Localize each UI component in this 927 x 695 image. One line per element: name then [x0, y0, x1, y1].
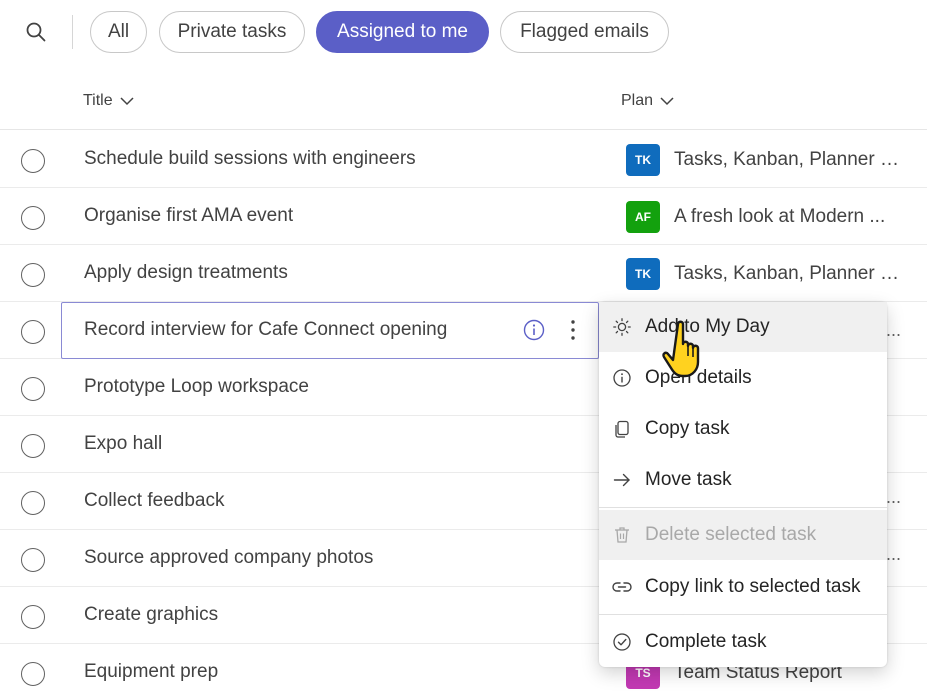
task-title[interactable]: Equipment prep: [84, 661, 218, 683]
search-icon: [26, 22, 46, 42]
menu-divider: [599, 507, 887, 508]
menu-label: Move task: [645, 469, 732, 490]
plan-cell: TK Tasks, Kanban, Planner i...: [626, 144, 899, 176]
task-title[interactable]: Source approved company photos: [84, 547, 373, 569]
task-title[interactable]: Prototype Loop workspace: [84, 376, 309, 398]
task-title[interactable]: Create graphics: [84, 604, 218, 626]
plan-badge: AF: [626, 201, 660, 233]
plan-name: Tasks, Kanban, Planner i...: [674, 263, 899, 284]
plan-name: A fresh look at Modern ...: [674, 206, 886, 227]
menu-label: Copy link to selected task: [645, 576, 861, 597]
menu-item-open-details[interactable]: Open details: [599, 353, 887, 403]
context-menu: Add to My Day Open details Copy task Mov…: [599, 302, 887, 667]
plan-cell-truncated: ...: [886, 487, 902, 507]
complete-checkbox[interactable]: [21, 263, 45, 287]
task-title[interactable]: Record interview for Cafe Connect openin…: [84, 319, 447, 341]
menu-label: Complete task: [645, 631, 767, 652]
checkmark-circle-icon: [611, 631, 633, 653]
table-row[interactable]: Schedule build sessions with engineers T…: [0, 131, 927, 188]
copy-icon: [611, 418, 633, 440]
column-header-plan[interactable]: Plan: [621, 92, 675, 110]
complete-checkbox[interactable]: [21, 149, 45, 173]
arrow-right-icon: [611, 469, 633, 491]
complete-checkbox[interactable]: [21, 491, 45, 515]
task-title[interactable]: Collect feedback: [84, 490, 224, 512]
filter-all[interactable]: All: [90, 11, 147, 53]
plan-badge: TK: [626, 258, 660, 290]
complete-checkbox[interactable]: [21, 377, 45, 401]
plan-name: Tasks, Kanban, Planner i...: [674, 149, 899, 170]
filter-bar: All Private tasks Assigned to me Flagged…: [0, 0, 927, 64]
chevron-down-icon: [120, 97, 134, 106]
complete-checkbox[interactable]: [21, 605, 45, 629]
row-info-button[interactable]: [522, 318, 546, 342]
complete-checkbox[interactable]: [21, 320, 45, 344]
table-row[interactable]: Organise first AMA event AF A fresh look…: [0, 188, 927, 245]
plan-cell: AF A fresh look at Modern ...: [626, 201, 899, 233]
menu-item-copy-task[interactable]: Copy task: [599, 404, 887, 454]
filter-flagged-emails[interactable]: Flagged emails: [500, 11, 669, 53]
link-icon: [611, 576, 633, 598]
complete-checkbox[interactable]: [21, 548, 45, 572]
search-button[interactable]: [22, 18, 50, 46]
task-title[interactable]: Schedule build sessions with engineers: [84, 148, 416, 170]
menu-label: Copy task: [645, 418, 730, 439]
info-icon: [523, 319, 545, 341]
column-plan-label: Plan: [621, 92, 654, 109]
complete-checkbox[interactable]: [21, 662, 45, 686]
sun-icon: [611, 316, 633, 338]
trash-icon: [611, 524, 633, 546]
menu-divider: [599, 614, 887, 615]
header-divider: [0, 129, 927, 130]
chevron-down-icon: [660, 97, 674, 106]
plan-cell: TK Tasks, Kanban, Planner i...: [626, 258, 899, 290]
complete-checkbox[interactable]: [21, 434, 45, 458]
complete-checkbox[interactable]: [21, 206, 45, 230]
divider: [72, 15, 73, 49]
task-title[interactable]: Organise first AMA event: [84, 205, 293, 227]
hand-pointer-icon: [662, 320, 700, 378]
plan-badge: TK: [626, 144, 660, 176]
table-row[interactable]: Apply design treatments TK Tasks, Kanban…: [0, 245, 927, 302]
menu-item-complete-task[interactable]: Complete task: [599, 617, 887, 667]
filter-assigned-to-me[interactable]: Assigned to me: [316, 11, 489, 53]
plan-cell-truncated: ...: [886, 320, 902, 340]
task-title[interactable]: Apply design treatments: [84, 262, 288, 284]
plan-cell-truncated: ...: [886, 544, 902, 564]
menu-item-move-task[interactable]: Move task: [599, 455, 887, 505]
filter-private-tasks[interactable]: Private tasks: [159, 11, 305, 53]
column-title-label: Title: [83, 92, 113, 109]
column-header-title[interactable]: Title: [83, 92, 135, 110]
menu-label: Delete selected task: [645, 524, 817, 545]
row-more-button[interactable]: [562, 316, 584, 344]
more-vertical-icon: [571, 320, 575, 340]
info-icon: [611, 367, 633, 389]
menu-item-add-to-my-day[interactable]: Add to My Day: [599, 302, 887, 352]
menu-item-copy-link[interactable]: Copy link to selected task: [599, 562, 887, 612]
menu-item-delete-task: Delete selected task: [599, 510, 887, 560]
task-title[interactable]: Expo hall: [84, 433, 162, 455]
